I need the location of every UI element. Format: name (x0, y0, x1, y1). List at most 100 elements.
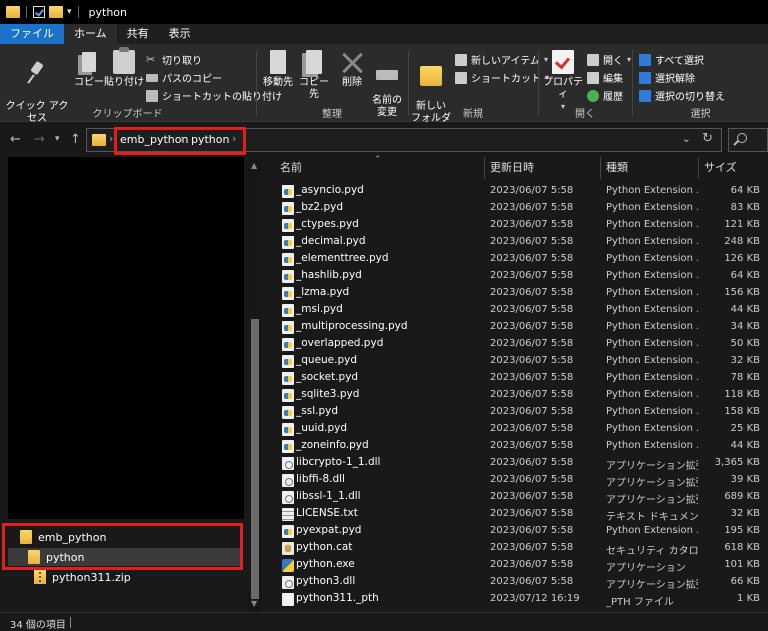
file-row[interactable]: _elementtree.pyd 2023/06/07 5:58 Python Ex… (276, 251, 768, 268)
python-extension-icon (282, 236, 294, 249)
python-extension-icon (282, 185, 294, 198)
column-separator[interactable] (484, 157, 485, 179)
file-row[interactable]: libssl-1_1.dll 2023/06/07 5:58 アプリケーション拡張 6… (276, 489, 768, 506)
file-row[interactable]: _hashlib.pyd 2023/06/07 5:58 Python Extens… (276, 268, 768, 285)
navigation-scrollbar[interactable]: ▲ ▼ (248, 157, 262, 612)
address-dropdown-icon[interactable]: ⌄ (682, 132, 691, 145)
up-arrow-icon[interactable]: ↑ (70, 132, 81, 147)
tab-file[interactable]: ファイル (0, 24, 64, 44)
file-row[interactable]: _bz2.pyd 2023/06/07 5:58 Python Extension … (276, 200, 768, 217)
file-row[interactable]: _uuid.pyd 2023/06/07 5:58 Python Extension… (276, 421, 768, 438)
file-date: 2023/06/07 5:58 (490, 525, 574, 536)
tab-share[interactable]: 共有 (117, 24, 159, 44)
select-all-button[interactable]: すべて選択 (639, 52, 704, 67)
tab-view[interactable]: 表示 (159, 24, 201, 44)
new-item-button[interactable]: 新しいアイテム ▾ (455, 52, 548, 67)
file-date: 2023/06/07 5:58 (490, 491, 574, 502)
edit-button[interactable]: 編集 (587, 70, 623, 85)
python-extension-icon (282, 525, 294, 538)
shortcut-button[interactable]: ショートカット ▾ (455, 70, 549, 85)
history-icon (587, 89, 599, 102)
tree-item-python311-zip[interactable]: python311.zip (34, 568, 234, 586)
file-row[interactable]: _decimal.pyd 2023/06/07 5:58 Python Extens… (276, 234, 768, 251)
file-size: 689 KB (724, 491, 760, 502)
file-row[interactable]: _sqlite3.pyd 2023/06/07 5:58 Python Extens… (276, 387, 768, 404)
column-separator[interactable] (698, 157, 699, 179)
column-header-name[interactable]: 名前 (280, 157, 302, 179)
paste-button[interactable]: 貼り付け (104, 47, 144, 89)
file-size: 50 KB (730, 338, 760, 349)
file-row[interactable]: _socket.pyd 2023/06/07 5:58 Python Extensi… (276, 370, 768, 387)
file-size: 32 KB (730, 355, 760, 366)
column-header-date[interactable]: 更新日時 (490, 157, 534, 179)
select-none-button[interactable]: 選択解除 (639, 70, 695, 85)
clipboard-icon (113, 47, 135, 74)
column-header-type[interactable]: 種類 (606, 157, 628, 179)
file-type: Python Extension ... (606, 389, 698, 400)
scrollbar-thumb[interactable] (251, 319, 259, 599)
rename-icon (376, 70, 398, 80)
file-name: _overlapped.pyd (296, 337, 384, 349)
scroll-down-icon[interactable]: ▼ (251, 599, 257, 608)
column-header-size[interactable]: サイズ (704, 157, 737, 179)
refresh-icon[interactable]: ↻ (702, 131, 713, 146)
file-row[interactable]: _ctypes.pyd 2023/06/07 5:58 Python Extensi… (276, 217, 768, 234)
invert-selection-button[interactable]: 選択の切り替え (639, 88, 725, 103)
cut-button[interactable]: ✂ 切り取り (146, 52, 202, 67)
copy-path-button[interactable]: パスのコピー (146, 70, 222, 85)
properties-quick-icon[interactable] (33, 6, 45, 18)
back-arrow-icon[interactable]: ← (10, 132, 21, 147)
file-row[interactable]: libcrypto-1_1.dll 2023/06/07 5:58 アプリケーション… (276, 455, 768, 472)
history-button[interactable]: 履歴 (587, 88, 623, 103)
file-size: 101 KB (724, 559, 760, 570)
title-bar: ▾ python (0, 0, 768, 24)
file-row[interactable]: _msi.pyd 2023/06/07 5:58 Python Extension … (276, 302, 768, 319)
file-row[interactable]: _zoneinfo.pyd 2023/06/07 5:58 Python Exten… (276, 438, 768, 455)
file-date: 2023/06/07 5:58 (490, 355, 574, 366)
open-button[interactable]: 開く ▾ (587, 52, 631, 67)
python-extension-icon (282, 440, 294, 453)
file-row[interactable]: python311._pth 2023/07/12 16:19 _PTH ファイル 1… (276, 591, 768, 608)
file-size: 618 KB (724, 542, 760, 553)
new-folder-quick-icon[interactable] (49, 6, 63, 18)
file-row[interactable]: LICENSE.txt 2023/06/07 5:58 テキスト ドキュメント 32 … (276, 506, 768, 523)
file-date: 2023/06/07 5:58 (490, 287, 574, 298)
file-row[interactable]: libffi-8.dll 2023/06/07 5:58 アプリケーション拡張 39 … (276, 472, 768, 489)
delete-button[interactable]: 削除 (335, 50, 369, 89)
file-type: アプリケーション拡張 (606, 478, 698, 489)
chevron-right-icon[interactable]: › (109, 132, 113, 145)
zip-folder-icon (34, 570, 46, 584)
file-row[interactable]: python.cat 2023/06/07 5:58 セキュリティ カタログ 618 … (276, 540, 768, 557)
file-row[interactable]: _ssl.pyd 2023/06/07 5:58 Python Extension … (276, 404, 768, 421)
move-to-button[interactable]: 移動先 (259, 50, 297, 89)
file-type: アプリケーション拡張 (606, 461, 698, 472)
file-row[interactable]: _overlapped.pyd 2023/06/07 5:58 Python Ext… (276, 336, 768, 353)
forward-arrow-icon[interactable]: → (34, 132, 45, 147)
recent-locations-icon[interactable]: ▾ (55, 134, 60, 144)
file-row[interactable]: _lzma.pyd 2023/06/07 5:58 Python Extension… (276, 285, 768, 302)
file-size: 195 KB (724, 525, 760, 536)
search-input[interactable] (728, 128, 768, 152)
group-new: 新しい フォルダー 新しいアイテム ▾ ショートカット ▾ 新規 (409, 44, 549, 136)
tab-home[interactable]: ホーム (64, 24, 117, 44)
dll-icon (282, 474, 294, 487)
copy-button[interactable]: コピー (72, 50, 106, 89)
file-row[interactable]: _queue.pyd 2023/06/07 5:58 Python Extensio… (276, 353, 768, 370)
file-name: _queue.pyd (296, 354, 358, 366)
customize-toolbar-icon[interactable]: ▾ (67, 7, 72, 17)
group-label-select: 選択 (690, 109, 711, 120)
properties-button[interactable]: プロパティ ▾ (541, 50, 585, 113)
scissors-icon: ✂ (146, 52, 156, 66)
group-label-clipboard: クリップボード (92, 109, 163, 120)
file-row[interactable]: python3.dll 2023/06/07 5:58 アプリケーション拡張 66 K… (276, 574, 768, 591)
python-extension-icon (282, 287, 294, 300)
file-name: _msi.pyd (296, 303, 343, 315)
scroll-up-icon[interactable]: ▲ (251, 161, 257, 170)
file-row[interactable]: python.exe 2023/06/07 5:58 アプリケーション 101 KB (276, 557, 768, 574)
file-row[interactable]: _multiprocessing.pyd 2023/06/07 5:58 Pytho… (276, 319, 768, 336)
file-row[interactable]: pyexpat.pyd 2023/06/07 5:58 Python Extensi… (276, 523, 768, 540)
column-separator[interactable] (600, 157, 601, 179)
file-row[interactable]: _asyncio.pyd 2023/06/07 5:58 Python Extens… (276, 183, 768, 200)
copy-to-button[interactable]: コピー先 (295, 50, 333, 101)
title-separator (26, 6, 27, 18)
